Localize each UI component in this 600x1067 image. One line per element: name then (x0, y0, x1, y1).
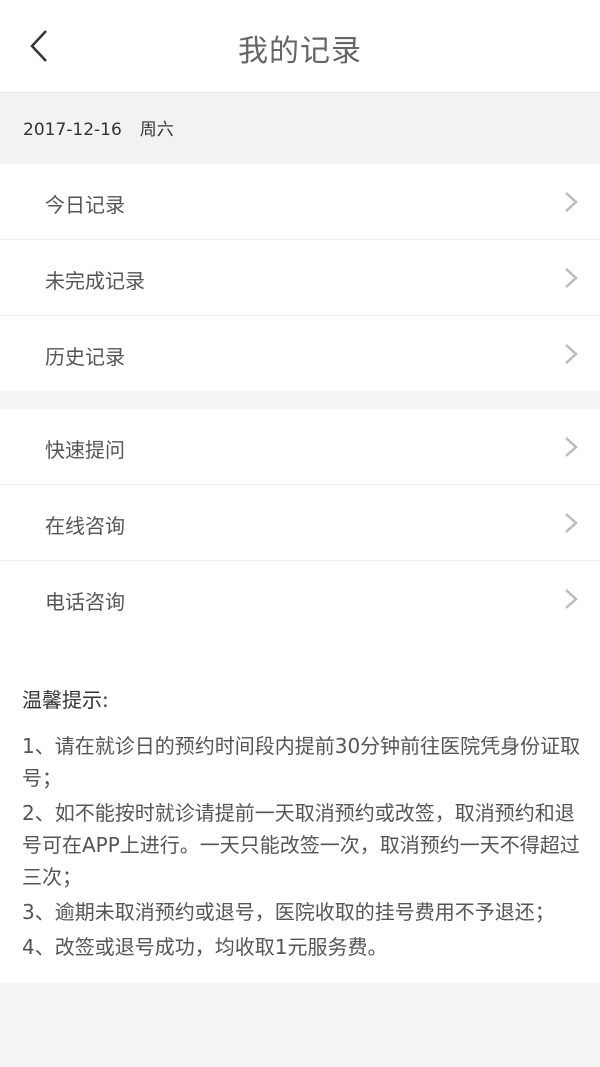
top-bar: 我的记录 (0, 0, 600, 93)
chevron-right-icon (565, 437, 578, 457)
menu-item-label: 未完成记录 (45, 269, 145, 293)
weekday: 周六 (139, 120, 174, 140)
records-menu: 今日记录 未完成记录 历史记录 (0, 164, 600, 391)
date-value: 2017-12-16 (23, 120, 122, 140)
date-display: 2017-12-16 周六 (23, 115, 192, 140)
menu-item-phone-consult[interactable]: 电话咨询 (0, 561, 600, 636)
tip-item: 2、如不能按时就诊请提前一天取消预约或改签，取消预约和退号可在APP上进行。一天… (22, 801, 580, 889)
chevron-right-icon (565, 192, 578, 212)
page-title: 我的记录 (238, 34, 362, 69)
menu-item-label: 历史记录 (45, 345, 125, 369)
chevron-right-icon (565, 344, 578, 364)
tip-item: 1、请在就诊日的预约时间段内提前30分钟前往医院凭身份证取号； (22, 734, 581, 790)
menu-item-label: 在线咨询 (45, 514, 125, 538)
tips-list: 1、请在就诊日的预约时间段内提前30分钟前往医院凭身份证取号； 2、如不能按时就… (22, 730, 582, 966)
tips-section: 温馨提示: 1、请在就诊日的预约时间段内提前30分钟前往医院凭身份证取号； 2、… (0, 635, 600, 983)
menu-item-today-records[interactable]: 今日记录 (0, 164, 600, 240)
consult-menu: 快速提问 在线咨询 电话咨询 (0, 409, 600, 636)
menu-item-online-consult[interactable]: 在线咨询 (0, 485, 600, 561)
tip-item: 4、改签或退号成功，均收取1元服务费。 (22, 935, 388, 959)
tips-title: 温馨提示: (22, 688, 109, 712)
menu-item-history-records[interactable]: 历史记录 (0, 316, 600, 391)
menu-item-label: 电话咨询 (45, 590, 125, 614)
menu-item-label: 快速提问 (45, 438, 125, 462)
menu-item-incomplete-records[interactable]: 未完成记录 (0, 240, 600, 316)
menu-item-label: 今日记录 (45, 193, 125, 217)
tip-item: 3、逾期未取消预约或退号，医院收取的挂号费用不予退还； (22, 900, 555, 924)
menu-item-quick-question[interactable]: 快速提问 (0, 409, 600, 485)
chevron-right-icon (565, 268, 578, 288)
date-band: 2017-12-16 周六 (0, 93, 600, 163)
chevron-right-icon (565, 589, 578, 609)
chevron-right-icon (565, 513, 578, 533)
